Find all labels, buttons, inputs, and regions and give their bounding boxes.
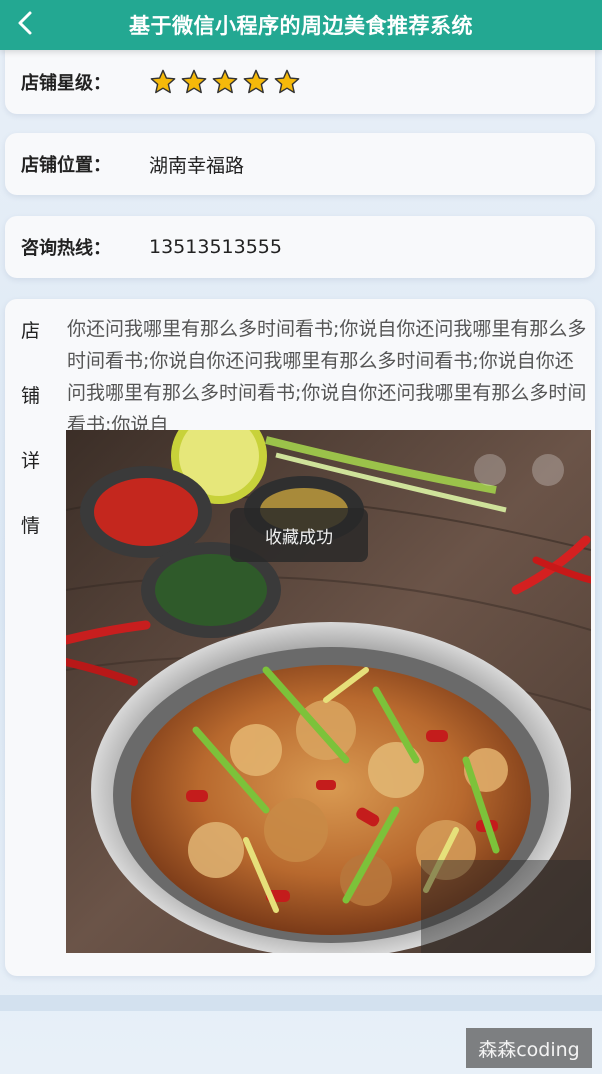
details-label-char: 铺 bbox=[21, 385, 41, 407]
toast-message: 收藏成功 bbox=[230, 508, 368, 562]
star-icon bbox=[150, 69, 176, 94]
nav-header: 基于微信小程序的周边美食推荐系统 bbox=[0, 0, 602, 50]
details-text: 你还问我哪里有那么多时间看书;你说自你还问我哪里有那么多时间看书;你说自你还问我… bbox=[67, 318, 587, 436]
details-label: 店 铺 详 情 bbox=[21, 317, 45, 540]
details-label-char: 详 bbox=[21, 450, 41, 472]
star-icon bbox=[274, 69, 300, 94]
star-icon bbox=[243, 69, 269, 94]
star-icon bbox=[212, 69, 238, 94]
page-title: 基于微信小程序的周边美食推荐系统 bbox=[129, 14, 473, 38]
bottom-divider bbox=[0, 995, 602, 1011]
rating-stars bbox=[149, 68, 301, 96]
details-label-char: 情 bbox=[21, 515, 41, 537]
hotline-label: 咨询热线： bbox=[21, 238, 111, 259]
location-card: 店铺位置： 湖南幸福路 bbox=[5, 133, 595, 195]
hotline-value[interactable]: 13513513555 bbox=[149, 236, 282, 258]
watermark: 森森coding bbox=[466, 1028, 592, 1068]
rating-card: 店铺星级： bbox=[5, 50, 595, 114]
rating-label: 店铺星级： bbox=[21, 73, 111, 94]
location-label: 店铺位置： bbox=[21, 155, 111, 176]
star-icon bbox=[181, 69, 207, 94]
location-value: 湖南幸福路 bbox=[149, 154, 245, 177]
hotline-card: 咨询热线： 13513513555 bbox=[5, 216, 595, 278]
back-button[interactable] bbox=[8, 6, 42, 40]
details-card: 店 铺 详 情 你还问我哪里有那么多时间看书;你说自你还问我哪里有那么多时间看书… bbox=[5, 299, 595, 976]
details-label-char: 店 bbox=[21, 320, 41, 342]
chevron-left-icon bbox=[18, 11, 32, 35]
